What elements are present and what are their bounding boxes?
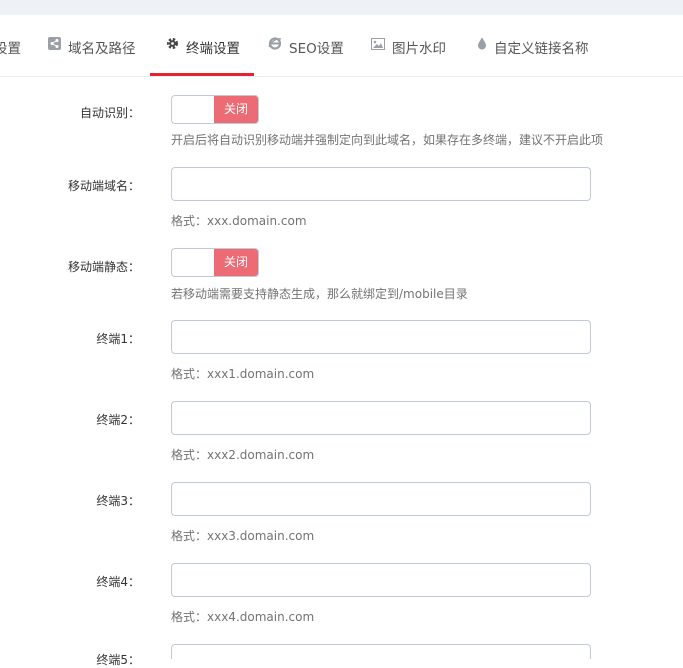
tab-watermark-label: 图片水印 [392, 41, 446, 57]
mobile-domain-label: 移动端域名： [67, 179, 140, 193]
terminal-3-help: 格式：xxx3.domain.com [171, 529, 315, 543]
terminal-5-input[interactable] [171, 644, 591, 659]
drop-icon [477, 12, 487, 80]
tab-seo[interactable]: SEO设置 [268, 15, 344, 76]
top-strip [0, 0, 683, 15]
tab-watermark[interactable]: 图片水印 [371, 15, 446, 76]
terminal-4-input[interactable] [171, 563, 591, 597]
mobile-static-toggle-state: 关闭 [214, 249, 258, 276]
terminal-2-help: 格式：xxx2.domain.com [171, 448, 315, 462]
tab-custom-link-name[interactable]: 自定义链接名称 [477, 15, 589, 76]
tab-terminal-settings[interactable]: 终端设置 [150, 15, 254, 76]
gear-icon [166, 12, 179, 80]
tab-seo-label: SEO设置 [289, 41, 344, 57]
ie-icon [268, 12, 282, 80]
terminal-4-help: 格式：xxx4.domain.com [171, 610, 315, 624]
terminal-1-input[interactable] [171, 320, 591, 354]
tab-bar: 设置 域名及路径 终端设置 SEO设置 图片水印 自定义链接名称 [0, 15, 683, 77]
tab-custom-link-name-label: 自定义链接名称 [494, 41, 589, 57]
tab-domain-path[interactable]: 域名及路径 [48, 15, 136, 76]
tab-domain-path-label: 域名及路径 [68, 41, 136, 57]
terminal-2-input[interactable] [171, 401, 591, 435]
auto-detect-help: 开启后将自动识别移动端并强制定向到此域名，如果存在多终端，建议不开启此项 [171, 133, 604, 147]
mobile-static-label: 移动端静态： [67, 260, 140, 274]
mobile-static-toggle[interactable]: 关闭 [171, 248, 259, 277]
terminal-3-label: 终端3： [96, 494, 140, 508]
auto-detect-toggle[interactable]: 关闭 [171, 95, 259, 124]
terminal-4-label: 终端4： [96, 575, 140, 589]
terminal-1-help: 格式：xxx1.domain.com [171, 367, 315, 381]
share-icon [48, 12, 61, 80]
mobile-domain-input[interactable] [171, 167, 591, 201]
tab-settings-label: 设置 [0, 41, 21, 57]
active-tab-indicator [150, 73, 254, 76]
terminal-3-input[interactable] [171, 482, 591, 516]
mobile-domain-help: 格式：xxx.domain.com [171, 214, 307, 228]
tab-settings[interactable]: 设置 [0, 15, 21, 76]
image-icon [371, 12, 385, 80]
mobile-static-help: 若移动端需要支持静态生成，那么就绑定到/mobile目录 [171, 287, 468, 301]
terminal-5-label: 终端5： [96, 653, 140, 667]
terminal-2-label: 终端2： [96, 413, 140, 427]
auto-detect-toggle-state: 关闭 [214, 96, 258, 123]
terminal-1-label: 终端1： [96, 332, 140, 346]
tab-terminal-settings-label: 终端设置 [186, 41, 240, 57]
auto-detect-label: 自动识别： [79, 106, 140, 120]
